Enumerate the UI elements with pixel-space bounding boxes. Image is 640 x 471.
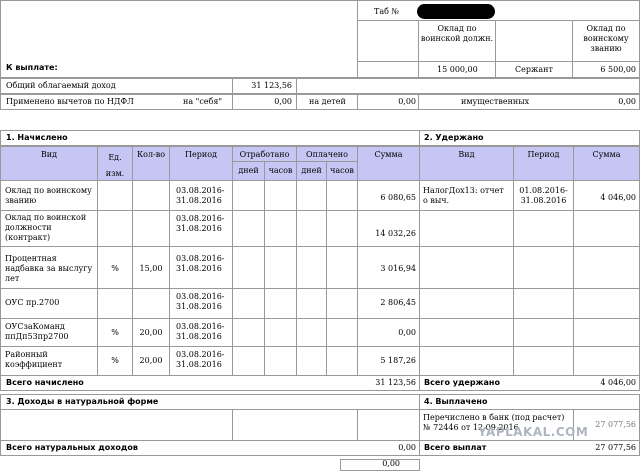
s1-hdr-period: Период [185, 150, 217, 159]
redacted-tab-number [417, 4, 495, 19]
row-vid: ОУС пр.2700 [5, 298, 60, 307]
row-period: 03.08.2016-31.08.2016 [176, 186, 225, 205]
s2-row-summa: 4 046,00 [600, 193, 636, 202]
property-deduction-label: имущественных [461, 97, 530, 106]
income-label: Общий облагаемый доход [6, 81, 116, 90]
watermark-text: YAPLAKAL.COM [478, 425, 589, 439]
oklad-zvanie-header: Оклад по воинскому званию [583, 24, 629, 53]
section2-title: 2. Удержано [424, 133, 484, 142]
s4-total-label: Всего выплат [424, 443, 487, 452]
row-summa: 6 080,65 [380, 193, 416, 202]
row-line-4 [0, 318, 640, 319]
s2-total-value: 4 046,00 [600, 378, 636, 387]
ded-divider-2 [296, 94, 297, 110]
row-summa: 3 016,94 [380, 264, 416, 273]
kids-deduction-label: на детей [309, 97, 346, 106]
s4-total-value: 27 077,56 [595, 443, 636, 452]
row-line-1 [0, 210, 640, 211]
header-divider-v2 [418, 20, 419, 78]
row-period: 03.08.2016-31.08.2016 [176, 214, 225, 233]
row-vid: Районный коэффициент [5, 350, 63, 369]
row-vid: ОУСзаКоманд ппДп53пр2700 [5, 322, 69, 341]
s1-hdr-vid: Вид [40, 150, 58, 159]
ded-divider-1 [232, 94, 233, 110]
header-divider-h2 [357, 61, 640, 62]
row-summa: 0,00 [398, 328, 416, 337]
rank-value: Сержант [515, 65, 553, 74]
row-ed: % [111, 356, 119, 365]
ded-divider-3 [357, 94, 358, 110]
row-ed: % [111, 264, 119, 273]
row-summa: 2 806,45 [380, 298, 416, 307]
property-deduction-value: 0,00 [618, 97, 636, 106]
s1-hdr-otrab: Отработано [239, 150, 290, 159]
tab-number-label: Таб № [374, 7, 400, 16]
row-vid: Оклад по воинской должности (контракт) [5, 213, 87, 242]
section3-title: 3. Доходы в натуральной форме [6, 397, 159, 406]
s3-total-value: 0,00 [398, 443, 416, 452]
partial-footer-value: 0,00 [382, 459, 400, 468]
s1-hdr-otrab-hours: часов [268, 166, 293, 175]
row-summa: 14 032,26 [375, 229, 416, 238]
header-divider-v4 [572, 20, 573, 78]
s1-hdr-opl-days: дней [301, 166, 322, 175]
header-divider-v3 [495, 20, 496, 78]
section4-title: 4. Выплачено [424, 397, 488, 406]
s3-v-1 [232, 409, 233, 441]
ded-divider-4 [418, 94, 419, 110]
income-divider-1 [232, 78, 233, 94]
s1-total-label: Всего начислено [6, 378, 84, 387]
k-vyplate-label: К выплате: [6, 63, 58, 72]
s3-total-label: Всего натуральных доходов [6, 443, 138, 452]
s2-hdr-summa: Сумма [592, 150, 621, 159]
income-value: 31 123,56 [251, 81, 292, 90]
oklad-dolzh-value: 15 000,00 [437, 65, 478, 74]
row-period: 03.08.2016-31.08.2016 [176, 292, 225, 311]
row-line-5 [0, 346, 640, 347]
s2-row-vid: НалогДох13: отчет о выч. [423, 186, 504, 205]
s1-hdr-opl-hours: часов [330, 166, 354, 175]
s1-hdr-opl: Оплачено [306, 150, 348, 159]
row-kol: 20,00 [139, 328, 163, 337]
row-kol: 15,00 [139, 264, 163, 273]
row-line-3 [0, 288, 640, 289]
oklad-dolzh-header: Оклад по воинской должн. [420, 24, 494, 43]
section1-title: 1. Начислено [6, 133, 68, 142]
income-divider-2 [296, 78, 297, 94]
self-deduction-value: 0,00 [274, 97, 292, 106]
row-period: 03.08.2016-31.08.2016 [176, 254, 225, 273]
s1-hdr-otrab-days: дней [238, 166, 259, 175]
s2-total-label: Всего удержано [424, 378, 500, 387]
s1-hdr-ed: Ед. изм. [105, 153, 125, 178]
deductions-label: Применено вычетов по НДФЛ [6, 97, 134, 106]
row-ed: % [111, 328, 119, 337]
self-deduction-label: на "себя" [183, 97, 223, 106]
s2-hdr-period: Период [527, 150, 560, 159]
s3-v-2 [357, 409, 358, 441]
row-summa: 5 187,26 [380, 356, 416, 365]
row-kol: 20,00 [139, 356, 163, 365]
s1-hdr-kol: Кол-во [136, 150, 166, 159]
s2-row-period: 01.08.2016-31.08.2016 [519, 186, 568, 205]
row-vid: Оклад по воинскому званию [5, 186, 92, 205]
kids-deduction-value: 0,00 [398, 97, 416, 106]
s1-total-value: 31 123,56 [375, 378, 416, 387]
header-divider-v1 [357, 0, 358, 78]
row-period: 03.08.2016-31.08.2016 [176, 350, 225, 369]
oklad-zvanie-value: 6 500,00 [600, 65, 636, 74]
s1-hdr-summa: Сумма [374, 150, 403, 159]
row-period: 03.08.2016-31.08.2016 [176, 322, 225, 341]
row-line-2 [0, 246, 640, 247]
s2-hdr-vid: Вид [458, 150, 475, 159]
row-vid: Процентная надбавка за выслугу лет [5, 254, 93, 283]
header-divider-h1 [357, 20, 640, 21]
